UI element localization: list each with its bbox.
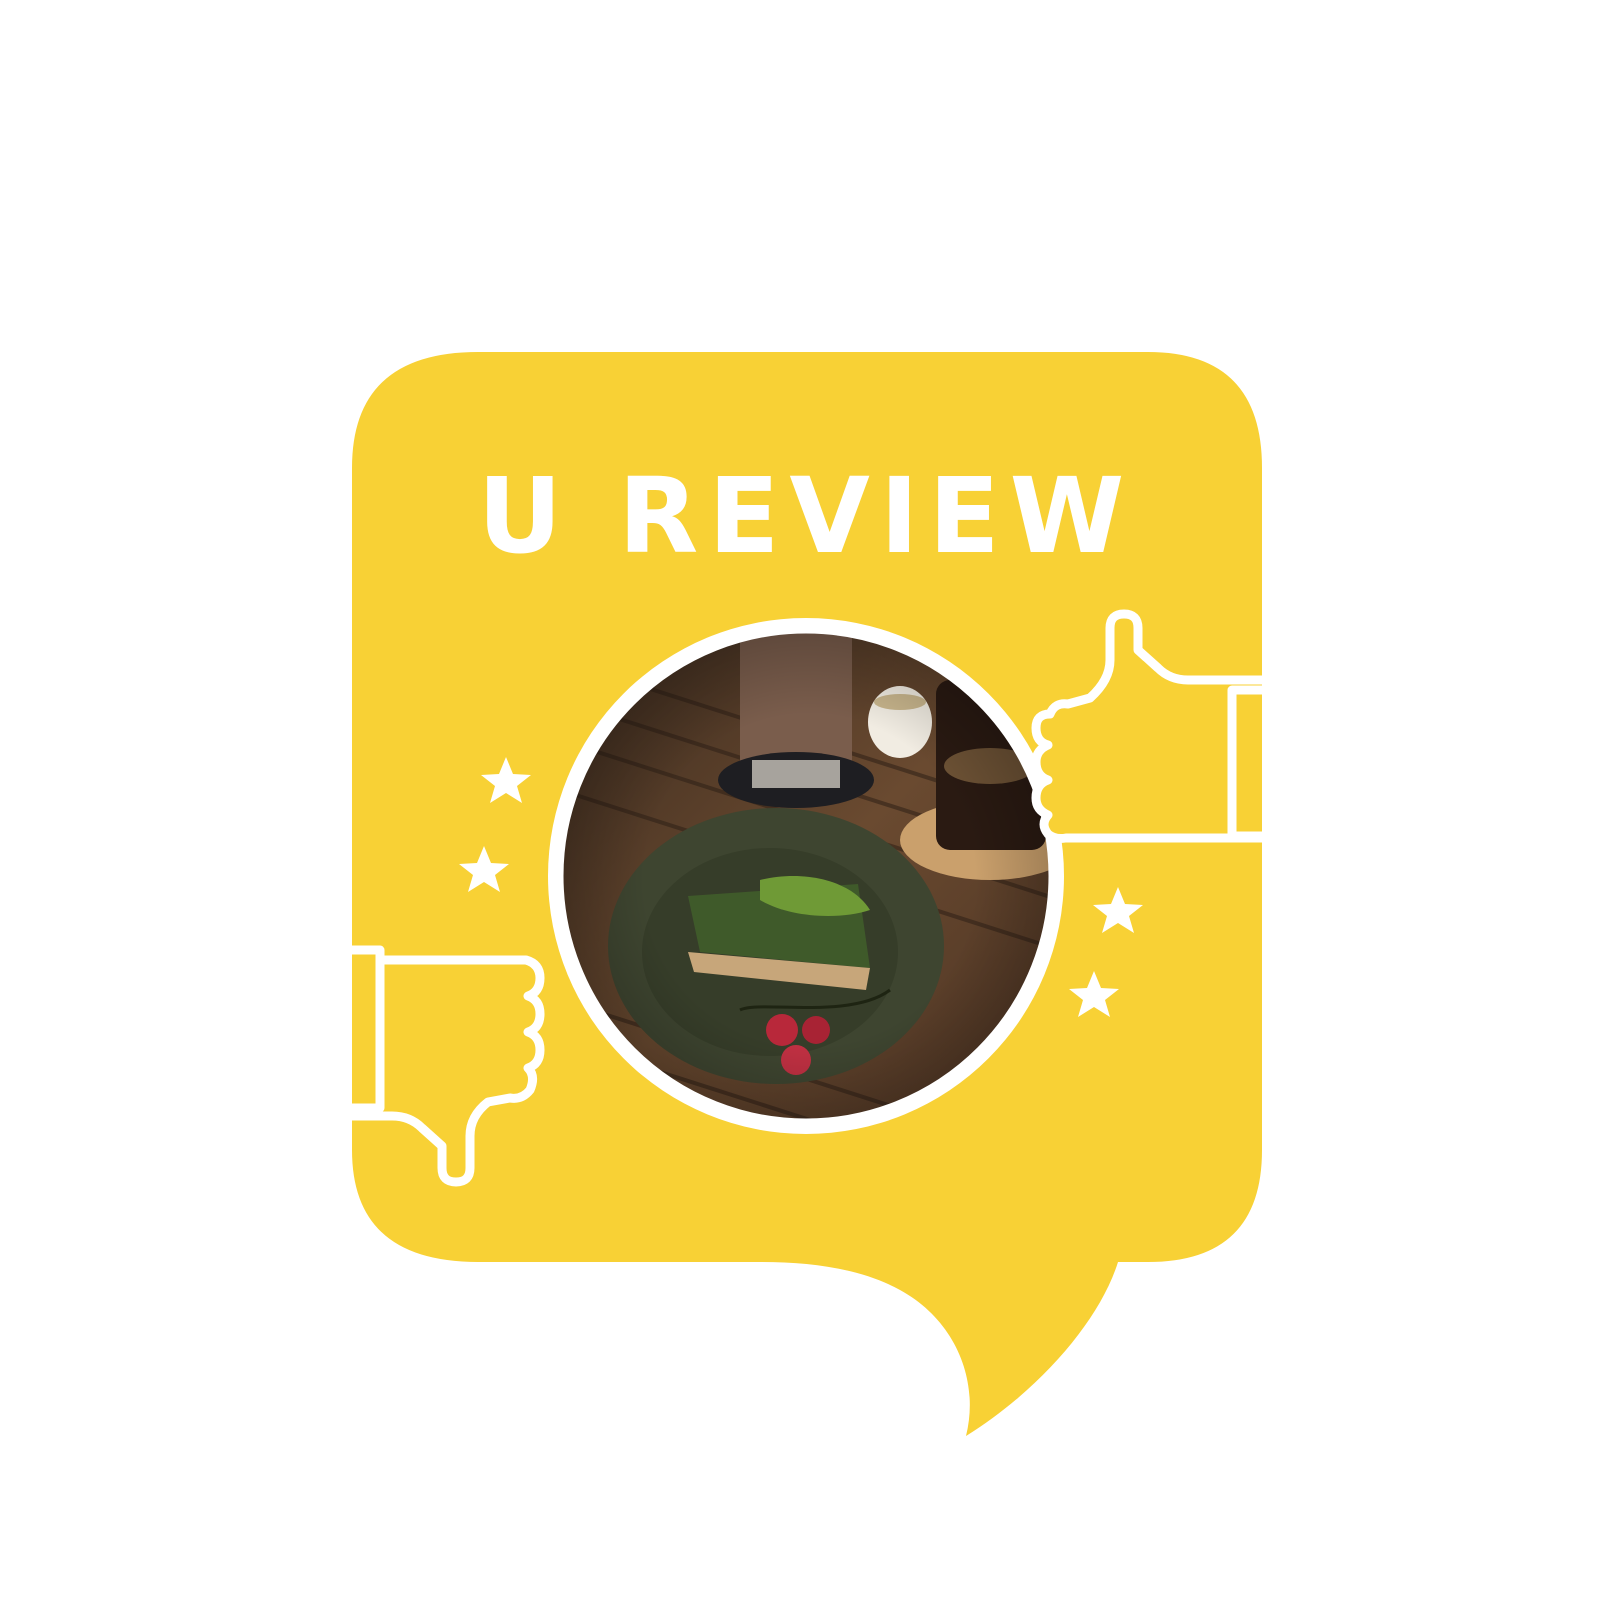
review-badge: U REVIEW (352, 352, 1262, 1436)
badge-title: U REVIEW (478, 455, 1135, 577)
